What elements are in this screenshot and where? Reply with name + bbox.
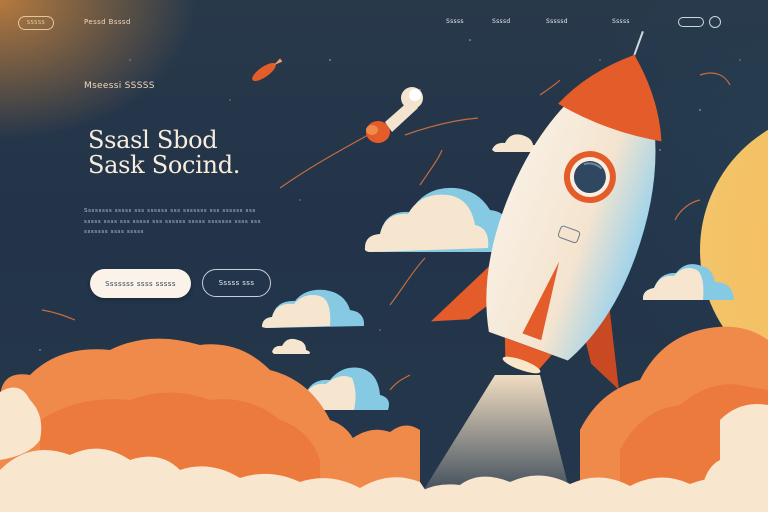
nav-link-2[interactable]: Ssssd (492, 18, 511, 25)
logo[interactable]: SSSSS (18, 16, 54, 30)
nav-link-3[interactable]: Sssssd (546, 18, 568, 25)
hero-body: Ssssssss sssss sss ssssss sss sssssss ss… (84, 208, 262, 235)
brand-name[interactable]: Pessd Bsssd (84, 18, 131, 26)
hero-title: Ssasl Sbod Sask Socind. (88, 128, 308, 178)
small-rocket-middle (366, 87, 423, 143)
hero-eyebrow: Mseessi SSSSS (84, 81, 155, 91)
hero-title-line-2: Sask Socind. (88, 151, 241, 179)
user-icon[interactable] (709, 16, 721, 28)
hero-title-line-1: Ssasl Sbod (88, 126, 218, 154)
secondary-cta-button[interactable]: Sssss sss (202, 269, 271, 297)
hero-background (0, 0, 768, 512)
illustration (0, 31, 768, 512)
nav-link-4[interactable]: Sssss (612, 18, 630, 25)
small-rocket-left (252, 58, 283, 82)
nav-action-button[interactable] (678, 17, 704, 27)
primary-cta-button[interactable]: Sssssss ssss sssss (90, 269, 191, 298)
top-nav: SSSSS Pessd Bsssd Sssss Ssssd Sssssd Sss… (0, 14, 768, 34)
nav-link-1[interactable]: Sssss (446, 18, 464, 25)
